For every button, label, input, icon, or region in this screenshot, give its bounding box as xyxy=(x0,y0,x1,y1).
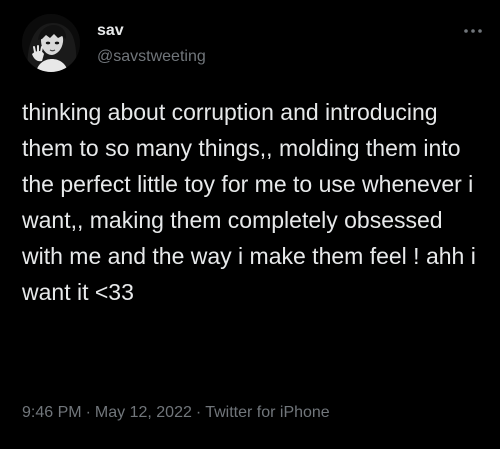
tweet-card: sav @savstweeting thinking about corrupt… xyxy=(0,0,500,449)
profile-avatar-icon xyxy=(22,14,80,72)
author-handle[interactable]: @savstweeting xyxy=(97,48,206,66)
more-options-icon xyxy=(464,29,482,33)
tweet-date[interactable]: May 12, 2022 xyxy=(95,404,192,421)
meta-separator: · xyxy=(195,404,202,421)
author-name[interactable]: sav xyxy=(97,22,124,40)
tweet-time[interactable]: 9:46 PM xyxy=(22,404,82,421)
tweet-source[interactable]: Twitter for iPhone xyxy=(205,404,330,421)
more-options-button[interactable] xyxy=(460,22,486,40)
tweet-metadata: 9:46 PM · May 12, 2022 · Twitter for iPhone xyxy=(22,404,330,422)
tweet-text: thinking about corruption and introducin… xyxy=(22,99,483,305)
avatar[interactable] xyxy=(22,14,80,72)
meta-separator: · xyxy=(85,404,91,421)
